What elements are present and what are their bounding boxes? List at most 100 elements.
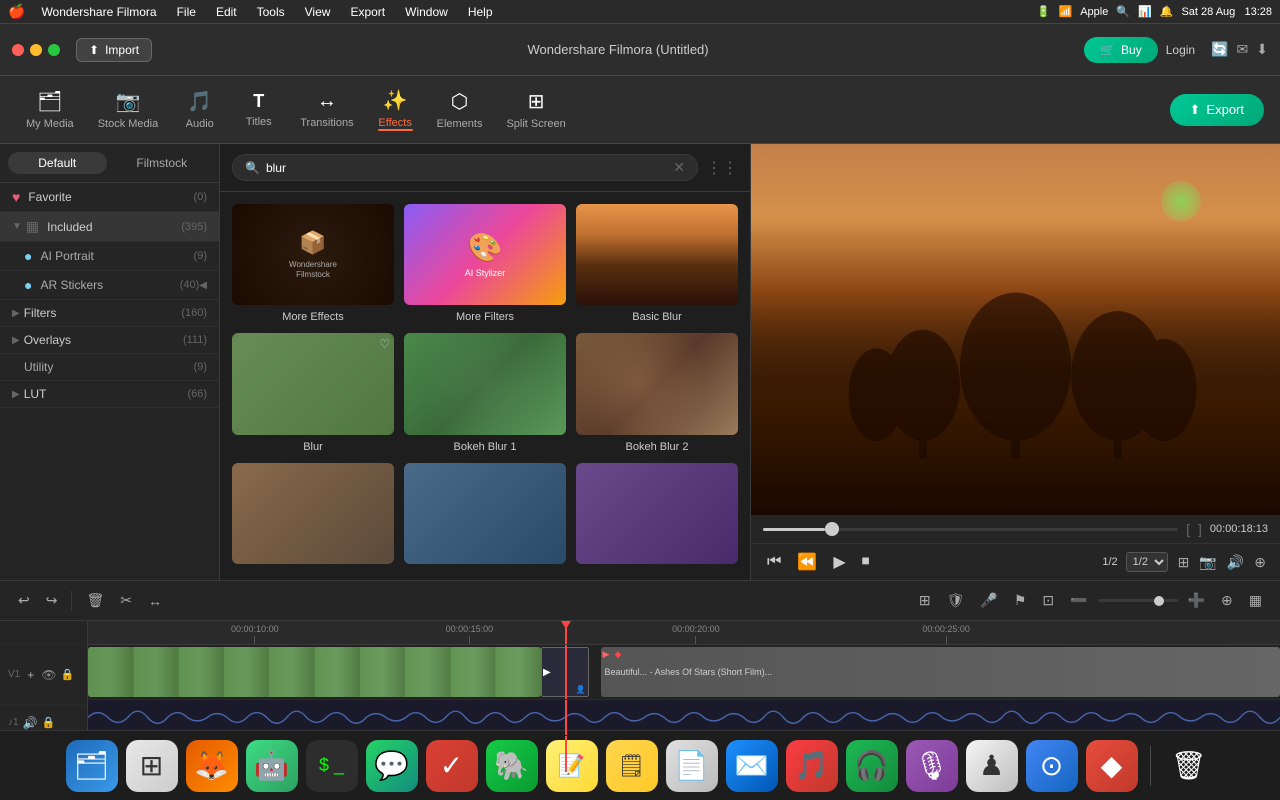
effect-card-more-effects[interactable]: 📦 WondershareFilmstock More Effects [232, 204, 394, 323]
effect-card-bokeh-blur-1[interactable]: Bokeh Blur 1 [404, 333, 566, 452]
video-clip-2[interactable]: Beautiful... - Ashes Of Stars (Short Fil… [601, 647, 1280, 697]
toolbar-split-screen[interactable]: ⊞ Split Screen [496, 83, 575, 136]
track-1-eye-icon[interactable]: 👁 [41, 668, 56, 682]
pip-button[interactable]: ⊡ [1036, 588, 1060, 613]
toolbar-elements[interactable]: ⬡ Elements [427, 83, 493, 136]
sidebar-item-overlays[interactable]: ▶ Overlays (111) [0, 327, 219, 354]
tab-filmstock[interactable]: Filmstock [113, 152, 212, 174]
import-button[interactable]: ⬆ Import [76, 38, 152, 62]
search-options-button[interactable]: ⋮⋮ [706, 158, 738, 178]
fit-button[interactable]: ⊕ [1215, 588, 1239, 613]
blur-heart-icon[interactable]: ♡ [379, 337, 390, 351]
sidebar-item-utility[interactable]: Utility (9) [0, 354, 219, 381]
dock-finder[interactable]: 🗂 [66, 740, 118, 792]
dock-evernote[interactable]: 🐘 [486, 740, 538, 792]
dock-launchpad[interactable]: ⊞ [126, 740, 178, 792]
settings-button[interactable]: ⊕ [1252, 552, 1268, 573]
progress-thumb[interactable] [825, 522, 839, 536]
sidebar-item-included[interactable]: ▼ ▦ Included (395) [0, 212, 219, 242]
view-menu[interactable]: View [301, 5, 335, 19]
control-center-icon[interactable]: 📊 [1138, 5, 1152, 18]
dock-music[interactable]: 🎵 [786, 740, 838, 792]
audio-track-speaker-icon[interactable]: 🔊 [23, 716, 38, 730]
apple-account[interactable]: Apple [1080, 6, 1108, 18]
dock-whatsapp[interactable]: 💬 [366, 740, 418, 792]
fullscreen-button[interactable]: ⊞ [1176, 552, 1192, 573]
minus-zoom-button[interactable]: ➖ [1064, 588, 1093, 613]
out-point-bracket[interactable]: ] [1198, 521, 1202, 537]
dock-terminal[interactable]: $ _ [306, 740, 358, 792]
undo-button[interactable]: ↩ [12, 588, 36, 613]
tools-menu[interactable]: Tools [253, 5, 289, 19]
stop-button[interactable]: ⏹ [858, 551, 874, 573]
export-menu[interactable]: Export [346, 5, 389, 19]
dock-chrome[interactable]: ⊙ [1026, 740, 1078, 792]
effect-card-blur[interactable]: ♡ Blur [232, 333, 394, 452]
toolbar-transitions[interactable]: ↔ Transitions [290, 84, 363, 135]
file-menu[interactable]: File [173, 5, 200, 19]
delete-button[interactable]: 🗑 [80, 588, 110, 613]
snapshot-button[interactable]: 📷 [1197, 552, 1218, 573]
login-button[interactable]: Login [1158, 39, 1203, 61]
play-button[interactable]: ▶ [829, 550, 849, 574]
redo-button[interactable]: ↪ [40, 588, 64, 613]
snap-button[interactable]: ⊞ [913, 588, 937, 613]
effect-card-bokeh-blur-2[interactable]: Bokeh Blur 2 [576, 333, 738, 452]
skip-back-button[interactable]: ⏮ [763, 551, 785, 573]
tab-default[interactable]: Default [8, 152, 107, 174]
sidebar-item-ar-stickers[interactable]: ● AR Stickers (40) ◀ [0, 271, 219, 300]
window-menu[interactable]: Window [401, 5, 452, 19]
effect-card-more-filters[interactable]: 🎨 AI Stylizer More Filters [404, 204, 566, 323]
zoom-thumb[interactable] [1154, 596, 1164, 606]
dock-stickies[interactable]: 🗒 [606, 740, 658, 792]
notification-icon[interactable]: 🔔 [1160, 5, 1174, 18]
sync-icon[interactable]: 🔄 [1211, 41, 1228, 58]
app-name-menu[interactable]: Wondershare Filmora [37, 5, 160, 19]
download-icon[interactable]: ⬇ [1256, 41, 1268, 58]
close-button[interactable] [12, 44, 24, 56]
dock-todoist[interactable]: ✓ [426, 740, 478, 792]
mic-button[interactable]: 🎤 [974, 588, 1003, 613]
track-1-add-button[interactable]: + [24, 667, 37, 683]
dock-firefox[interactable]: 🦊 [186, 740, 238, 792]
toolbar-titles[interactable]: T Titles [231, 85, 286, 134]
dock-notes[interactable]: 📝 [546, 740, 598, 792]
effect-card-row3-1[interactable] [232, 463, 394, 570]
playback-progress-bar[interactable] [763, 528, 1178, 531]
effect-card-row3-2[interactable] [404, 463, 566, 570]
mail-icon[interactable]: ✉ [1237, 41, 1249, 58]
volume-button[interactable]: 🔊 [1225, 552, 1246, 573]
maximize-button[interactable] [48, 44, 60, 56]
dock-mail[interactable]: ✉️ [726, 740, 778, 792]
sidebar-item-favorite[interactable]: ♥ Favorite (0) [0, 183, 219, 212]
dock-podcasts[interactable]: 🎙 [906, 740, 958, 792]
search-input[interactable] [266, 161, 667, 175]
dock-fantastical[interactable]: ◆ [1086, 740, 1138, 792]
dock-trash[interactable]: 🗑 [1163, 740, 1215, 792]
search-icon[interactable]: 🔍 [1116, 5, 1130, 18]
step-back-button[interactable]: ⏪ [793, 550, 821, 574]
apple-menu[interactable]: 🍎 [8, 3, 25, 20]
toolbar-audio[interactable]: 🎵 Audio [172, 83, 227, 136]
dock-spotify[interactable]: 🎧 [846, 740, 898, 792]
export-button[interactable]: ⬆ Export [1170, 94, 1264, 126]
dock-android-studio[interactable]: 🤖 [246, 740, 298, 792]
audio-track-lock-icon[interactable]: 🔒 [42, 716, 56, 729]
search-clear-button[interactable]: ✕ [673, 159, 685, 176]
buy-button[interactable]: 🛒 Buy [1084, 37, 1158, 63]
video-clip-1[interactable] [88, 647, 541, 697]
edit-menu[interactable]: Edit [212, 5, 241, 19]
sidebar-item-ai-portrait[interactable]: ● AI Portrait (9) [0, 242, 219, 271]
minimize-button[interactable] [30, 44, 42, 56]
in-point-bracket[interactable]: [ [1186, 521, 1190, 537]
zoom-slider[interactable] [1098, 599, 1178, 602]
help-menu[interactable]: Help [464, 5, 497, 19]
sidebar-item-lut[interactable]: ▶ LUT (66) [0, 381, 219, 408]
effect-card-row3-3[interactable] [576, 463, 738, 570]
track-1-lock-icon[interactable]: 🔒 [60, 668, 74, 681]
dock-preview[interactable]: 📄 [666, 740, 718, 792]
page-select[interactable]: 1/2 [1126, 552, 1168, 572]
ripple-button[interactable]: ↔ [142, 589, 168, 613]
toolbar-stock-media[interactable]: 📷 Stock Media [88, 83, 169, 136]
toolbar-effects[interactable]: ✨ Effects [368, 82, 423, 137]
